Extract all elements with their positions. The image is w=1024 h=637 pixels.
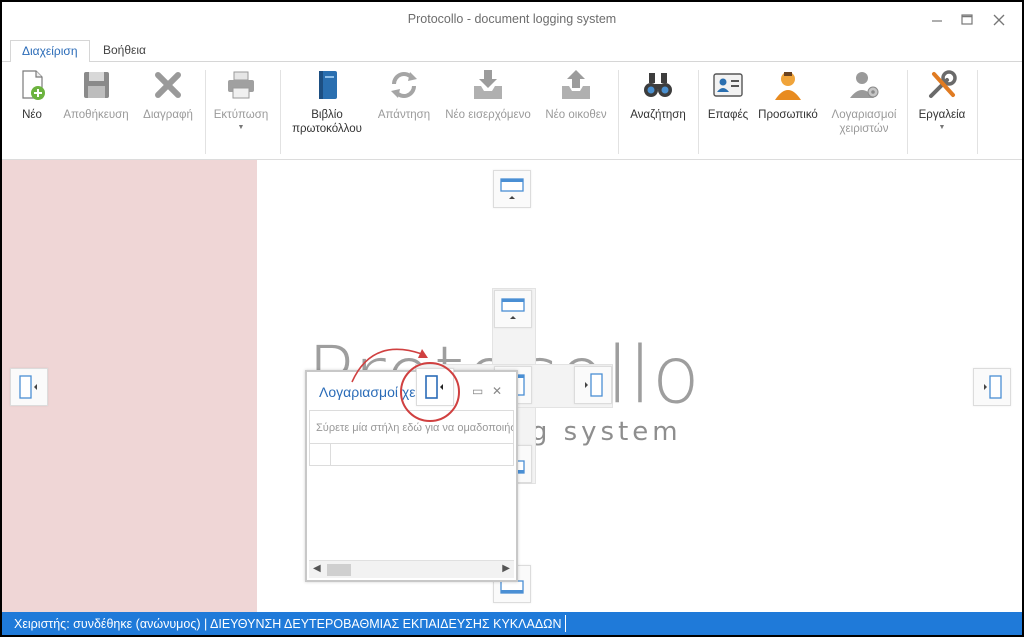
new-incoming-label: Νέο εισερχόμενο [445,109,531,121]
new-button[interactable]: Νέο [10,62,54,158]
operator-accounts-button[interactable]: Λογαριασμοί χειριστών [826,62,902,158]
dock-guide-top-outer[interactable] [493,170,531,208]
protocol-book-label-line2: πρωτοκόλλου [292,123,362,135]
minimize-icon [932,20,942,22]
operator-accounts-label-line2: χειριστών [839,123,889,135]
dock-guide-right-outer[interactable] [973,368,1011,406]
protocol-book-button[interactable]: Βιβλίο πρωτοκόλλου [286,62,368,158]
dock-left-icon [19,375,37,399]
delete-x-icon [155,72,181,98]
ribbon-separator [618,70,619,154]
tools-dropdown-arrow: ▼ [938,124,946,131]
operator-accounts-label: Λογαριασμοί χειριστών [826,108,902,136]
title-bar: Protocollo - document logging system [2,2,1022,38]
panel-close-icon[interactable]: ✕ [492,384,502,398]
operator-accounts-label-line1: Λογαριασμοί [831,109,897,121]
horizontal-scrollbar[interactable]: ◀ ▶ [309,560,514,578]
ribbon-separator [205,70,206,154]
reply-label: Απάντηση [377,109,431,121]
dock-right-icon [984,375,1002,399]
binoculars-icon [644,73,672,97]
panel-maximize-icon[interactable]: ▭ [472,384,483,398]
printer-icon [228,71,254,99]
status-separator [565,615,566,632]
tab-help[interactable]: Βοήθεια [92,40,157,63]
dock-guide-top-center[interactable] [494,290,532,328]
ribbon-tabs: Διαχείριση Βοήθεια [2,38,1022,88]
tab-management[interactable]: Διαχείριση [10,40,90,63]
maximize-button[interactable] [956,9,978,31]
new-incoming-button[interactable]: Νέο εισερχόμενο [440,62,536,158]
print-button[interactable]: Εκτύπωση ▼ [208,62,274,158]
personnel-label: Προσωπικό [758,109,818,121]
delete-button[interactable]: Διαγραφή [136,62,200,158]
protocol-book-label-line1: Βιβλίο [311,109,343,121]
new-label: Νέο [22,109,42,121]
dock-guide-left-outer[interactable] [10,368,48,406]
print-dropdown-arrow: ▼ [237,124,245,131]
scrollbar-thumb[interactable] [327,564,351,576]
search-label: Αναζήτηση [630,109,686,121]
new-outgoing-button[interactable]: Νέο οικοθεν [540,62,612,158]
dock-right-icon [585,373,603,397]
save-button[interactable]: Αποθήκευση [60,62,132,158]
grid-header-divider [330,444,331,466]
status-bar: Χειριστής: συνδέθηκε (ανώνυμος) | ΔΙΕΥΘΥ… [2,612,1022,635]
annotation-circle [400,362,460,422]
tools-label: Εργαλεία [918,109,966,121]
contacts-button[interactable]: Επαφές [702,62,754,158]
save-disk-icon [84,72,109,98]
refresh-arrows-icon [391,72,417,98]
person-icon [775,72,801,100]
ribbon-separator [977,70,978,154]
scroll-left-icon[interactable]: ◀ [313,563,321,574]
minimize-button[interactable] [926,9,948,31]
new-outgoing-label: Νέο οικοθεν [545,109,607,121]
window-title: Protocollo - document logging system [407,12,617,26]
ribbon: Νέο Αποθήκευση Διαγραφή Εκτύπωση ▼ Βιβλί… [2,62,1022,160]
reply-button[interactable]: Απάντηση [372,62,436,158]
outbox-upload-icon [562,70,590,99]
app-window: Protocollo - document logging system Δια… [2,2,1022,635]
contacts-label: Επαφές [707,109,749,121]
status-text: Χειριστής: συνδέθηκε (ανώνυμος) | ΔΙΕΥΘΥ… [14,617,562,631]
dock-guide-right-center[interactable] [574,366,612,404]
save-label: Αποθήκευση [63,109,129,121]
close-icon [993,14,1005,26]
ribbon-separator [280,70,281,154]
print-label: Εκτύπωση [213,109,269,121]
dock-top-icon [500,178,524,199]
tools-wrench-icon [929,70,957,98]
main-content: Protocollo logging system [2,160,1022,612]
close-button[interactable] [988,9,1010,31]
delete-label: Διαγραφή [143,109,193,121]
ribbon-separator [698,70,699,154]
personnel-button[interactable]: Προσωπικό [756,62,820,158]
scroll-right-icon[interactable]: ▶ [502,563,510,574]
contact-card-icon [713,73,743,97]
new-document-icon [22,70,45,100]
dock-top-icon [501,298,525,319]
user-settings-icon [850,72,879,98]
grid-header-row[interactable] [309,444,514,466]
tools-button[interactable]: Εργαλεία ▼ [910,62,974,158]
ribbon-separator [907,70,908,154]
book-icon [319,71,337,99]
protocol-book-label: Βιβλίο πρωτοκόλλου [286,108,368,136]
search-button[interactable]: Αναζήτηση [624,62,692,158]
inbox-download-icon [474,70,502,99]
maximize-icon [961,14,973,25]
